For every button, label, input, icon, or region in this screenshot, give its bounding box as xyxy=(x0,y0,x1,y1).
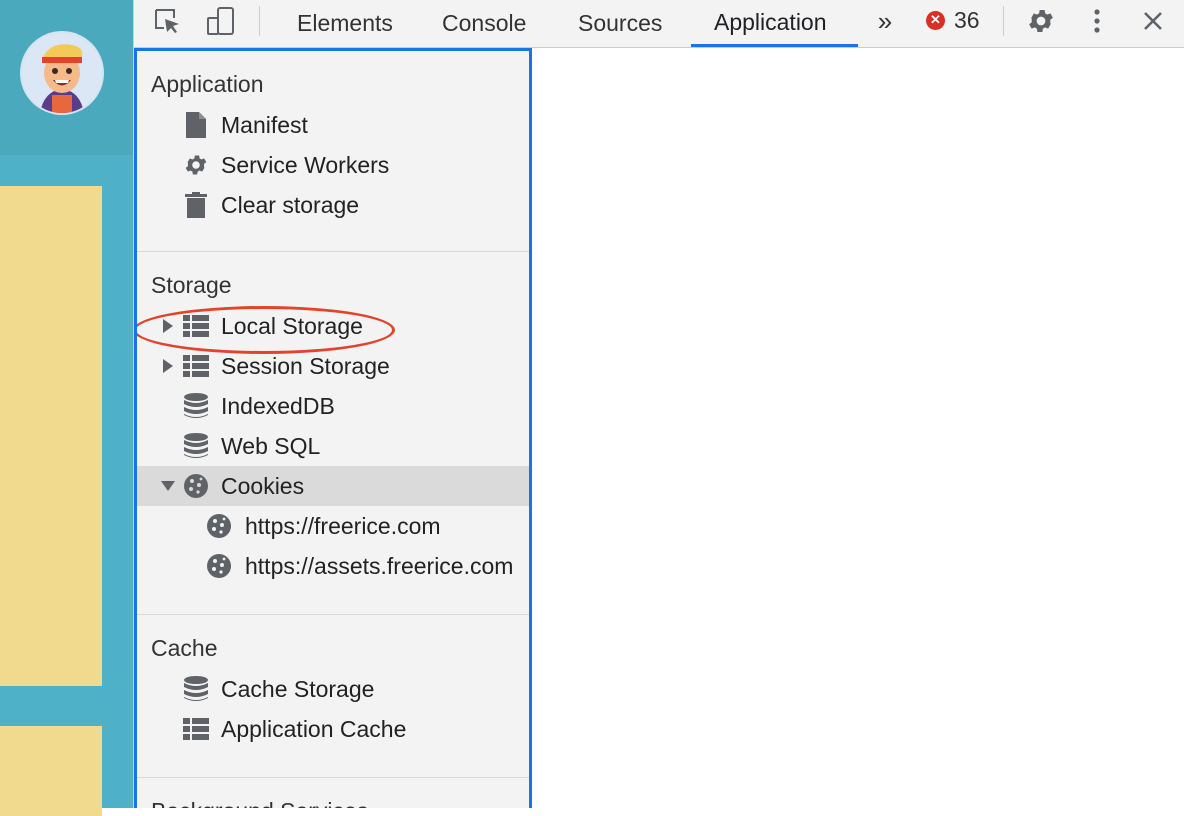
sidebar-item-cookie-origin[interactable]: https://assets.freerice.com xyxy=(137,546,529,586)
devtools-toolbar: Elements Console Sources Application » ✕… xyxy=(134,0,1184,48)
sidebar-item-local-storage[interactable]: Local Storage xyxy=(137,306,529,346)
sidebar-item-label: Session Storage xyxy=(221,352,390,379)
database-icon xyxy=(183,676,209,702)
sidebar-item-session-storage[interactable]: Session Storage xyxy=(137,346,529,386)
grid-table-icon xyxy=(183,313,209,339)
error-icon: ✕ xyxy=(926,10,945,30)
grid-table-icon xyxy=(183,716,209,742)
sidebar-item-label: Clear storage xyxy=(221,191,360,218)
section-application: Application Manifest Service Workers Cle… xyxy=(137,51,529,252)
database-icon xyxy=(183,393,209,419)
sidebar-item-label: Manifest xyxy=(221,111,308,138)
tab-elements[interactable]: Elements xyxy=(274,0,416,47)
database-icon xyxy=(183,433,209,459)
inspect-element-icon[interactable] xyxy=(150,4,184,38)
sidebar-item-manifest[interactable]: Manifest xyxy=(137,105,529,145)
sidebar-item-service-workers[interactable]: Service Workers xyxy=(137,145,529,185)
section-cache: Cache Cache Storage Application Cache xyxy=(137,615,529,778)
application-main-pane xyxy=(532,48,1184,808)
more-tabs-icon[interactable]: » xyxy=(868,4,902,38)
toolbar-divider xyxy=(259,6,260,36)
sidebar-item-label: Cache Storage xyxy=(221,675,375,702)
application-sidebar: Application Manifest Service Workers Cle… xyxy=(134,48,532,808)
web-page-background xyxy=(0,0,133,816)
collapse-arrow-icon[interactable] xyxy=(161,479,175,493)
sidebar-item-cache-storage[interactable]: Cache Storage xyxy=(137,669,529,709)
tab-console[interactable]: Console xyxy=(419,0,549,47)
tab-sources[interactable]: Sources xyxy=(555,0,685,47)
section-storage: Storage Local Storage Session Storage In… xyxy=(137,252,529,615)
section-title: Cache xyxy=(151,635,218,661)
grid-table-icon xyxy=(183,353,209,379)
expand-arrow-icon[interactable] xyxy=(161,319,175,333)
sidebar-item-web-sql[interactable]: Web SQL xyxy=(137,426,529,466)
sidebar-item-label: Application Cache xyxy=(221,715,407,742)
gear-icon xyxy=(183,152,209,178)
tab-application[interactable]: Application xyxy=(691,0,858,47)
sidebar-item-label: https://freerice.com xyxy=(245,512,441,539)
avatar[interactable] xyxy=(22,33,102,113)
section-background-services: Background Services xyxy=(137,778,529,808)
section-title: Background Services xyxy=(137,778,529,808)
error-counter[interactable]: ✕ 36 xyxy=(926,0,980,40)
cookie-icon xyxy=(206,513,232,539)
trash-icon xyxy=(183,192,209,218)
close-icon[interactable] xyxy=(1136,4,1170,38)
sidebar-item-label: https://assets.freerice.com xyxy=(245,552,514,579)
cookie-icon xyxy=(206,553,232,579)
settings-gear-icon[interactable] xyxy=(1024,4,1058,38)
sidebar-item-label: Cookies xyxy=(221,472,305,499)
page-card xyxy=(0,726,102,816)
section-title: Application xyxy=(151,71,264,97)
sidebar-item-label: Web SQL xyxy=(221,432,321,459)
sidebar-item-application-cache[interactable]: Application Cache xyxy=(137,709,529,749)
expand-arrow-icon[interactable] xyxy=(161,359,175,373)
sidebar-item-label: Service Workers xyxy=(221,151,390,178)
sidebar-item-cookie-origin[interactable]: https://freerice.com xyxy=(137,506,529,546)
sidebar-item-label: IndexedDB xyxy=(221,392,335,419)
section-title: Storage xyxy=(151,272,232,298)
error-count: 36 xyxy=(954,6,980,33)
toolbar-divider xyxy=(1003,6,1004,36)
document-icon xyxy=(183,112,209,138)
sidebar-item-indexeddb[interactable]: IndexedDB xyxy=(137,386,529,426)
sidebar-item-label: Local Storage xyxy=(221,312,363,339)
devtools-panel: Elements Console Sources Application » ✕… xyxy=(133,0,1184,808)
kebab-menu-icon[interactable] xyxy=(1080,4,1114,38)
page-card xyxy=(0,186,102,686)
sidebar-item-cookies[interactable]: Cookies xyxy=(137,466,529,506)
cookie-icon xyxy=(183,473,209,499)
sidebar-item-clear-storage[interactable]: Clear storage xyxy=(137,185,529,225)
device-toolbar-icon[interactable] xyxy=(204,4,238,38)
